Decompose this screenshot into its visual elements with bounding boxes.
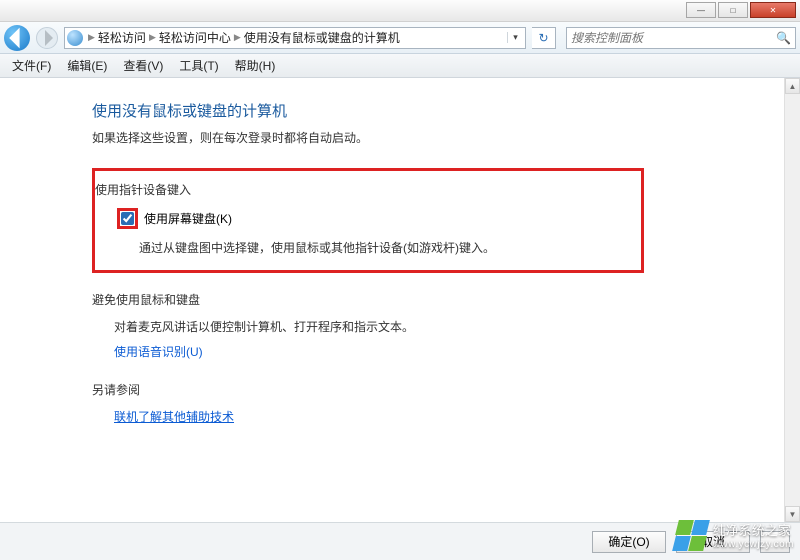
forward-button[interactable] <box>36 27 58 49</box>
chevron-right-icon: ▶ <box>85 32 98 43</box>
scroll-down-button[interactable]: ▼ <box>785 506 800 522</box>
address-dropdown-icon[interactable]: ▾ <box>507 32 523 43</box>
breadcrumb-item[interactable]: 轻松访问中心 <box>159 29 231 46</box>
ok-button[interactable]: 确定(O) <box>592 531 666 553</box>
search-box[interactable]: 🔍 <box>566 27 796 49</box>
section-avoid-mouse-title: 避免使用鼠标和键盘 <box>92 291 784 308</box>
close-button[interactable]: ✕ <box>750 2 796 18</box>
search-input[interactable] <box>571 31 776 45</box>
highlighted-section: 使用指针设备键入 使用屏幕键盘(K) 通过从键盘图中选择键，使用鼠标或其他指针设… <box>92 168 644 273</box>
content-area: 使用没有鼠标或键盘的计算机 如果选择这些设置，则在每次登录时都将自动启动。 使用… <box>0 78 784 522</box>
back-button[interactable] <box>4 25 30 51</box>
page-title: 使用没有鼠标或键盘的计算机 <box>92 100 784 121</box>
menu-bar: 文件(F) 编辑(E) 查看(V) 工具(T) 帮助(H) <box>0 54 800 78</box>
menu-edit[interactable]: 编辑(E) <box>59 55 115 76</box>
menu-view[interactable]: 查看(V) <box>115 55 171 76</box>
minimize-button[interactable]: — <box>686 2 716 18</box>
speech-recognition-link[interactable]: 使用语音识别(U) <box>114 345 203 359</box>
menu-file[interactable]: 文件(F) <box>4 55 59 76</box>
nav-toolbar: ▶ 轻松访问 ▶ 轻松访问中心 ▶ 使用没有鼠标或键盘的计算机 ▾ ↻ 🔍 <box>0 22 800 54</box>
refresh-button[interactable]: ↻ <box>532 27 556 49</box>
breadcrumb-item[interactable]: 轻松访问 <box>98 29 146 46</box>
search-icon[interactable]: 🔍 <box>776 31 791 45</box>
breadcrumb-item[interactable]: 使用没有鼠标或键盘的计算机 <box>244 29 400 46</box>
chevron-right-icon: ▶ <box>146 32 159 43</box>
vertical-scrollbar[interactable]: ▲ ▼ <box>784 78 800 522</box>
on-screen-keyboard-checkbox[interactable] <box>121 212 134 225</box>
window-titlebar: — □ ✕ <box>0 0 800 22</box>
address-bar[interactable]: ▶ 轻松访问 ▶ 轻松访问中心 ▶ 使用没有鼠标或键盘的计算机 ▾ <box>64 27 526 49</box>
maximize-button[interactable]: □ <box>718 2 748 18</box>
menu-tools[interactable]: 工具(T) <box>171 55 226 76</box>
checkbox-highlight <box>117 208 138 229</box>
section-pointer-input-title: 使用指针设备键入 <box>95 181 629 198</box>
speech-recognition-desc: 对着麦克风讲话以便控制计算机、打开程序和指示文本。 <box>114 318 784 335</box>
on-screen-keyboard-hint: 通过从键盘图中选择键，使用鼠标或其他指针设备(如游戏杆)键入。 <box>139 239 629 256</box>
on-screen-keyboard-label[interactable]: 使用屏幕键盘(K) <box>144 210 232 227</box>
scroll-up-button[interactable]: ▲ <box>785 78 800 94</box>
menu-help[interactable]: 帮助(H) <box>227 55 284 76</box>
location-icon <box>67 30 83 46</box>
dialog-footer: 确定(O) 取消 <box>0 522 800 560</box>
cancel-button[interactable]: 取消 <box>676 531 750 553</box>
section-see-also-title: 另请参阅 <box>92 381 784 398</box>
truncated-button[interactable] <box>760 531 790 553</box>
online-assistive-tech-link[interactable]: 联机了解其他辅助技术 <box>114 410 234 424</box>
page-description: 如果选择这些设置，则在每次登录时都将自动启动。 <box>92 129 784 146</box>
chevron-right-icon: ▶ <box>231 32 244 43</box>
